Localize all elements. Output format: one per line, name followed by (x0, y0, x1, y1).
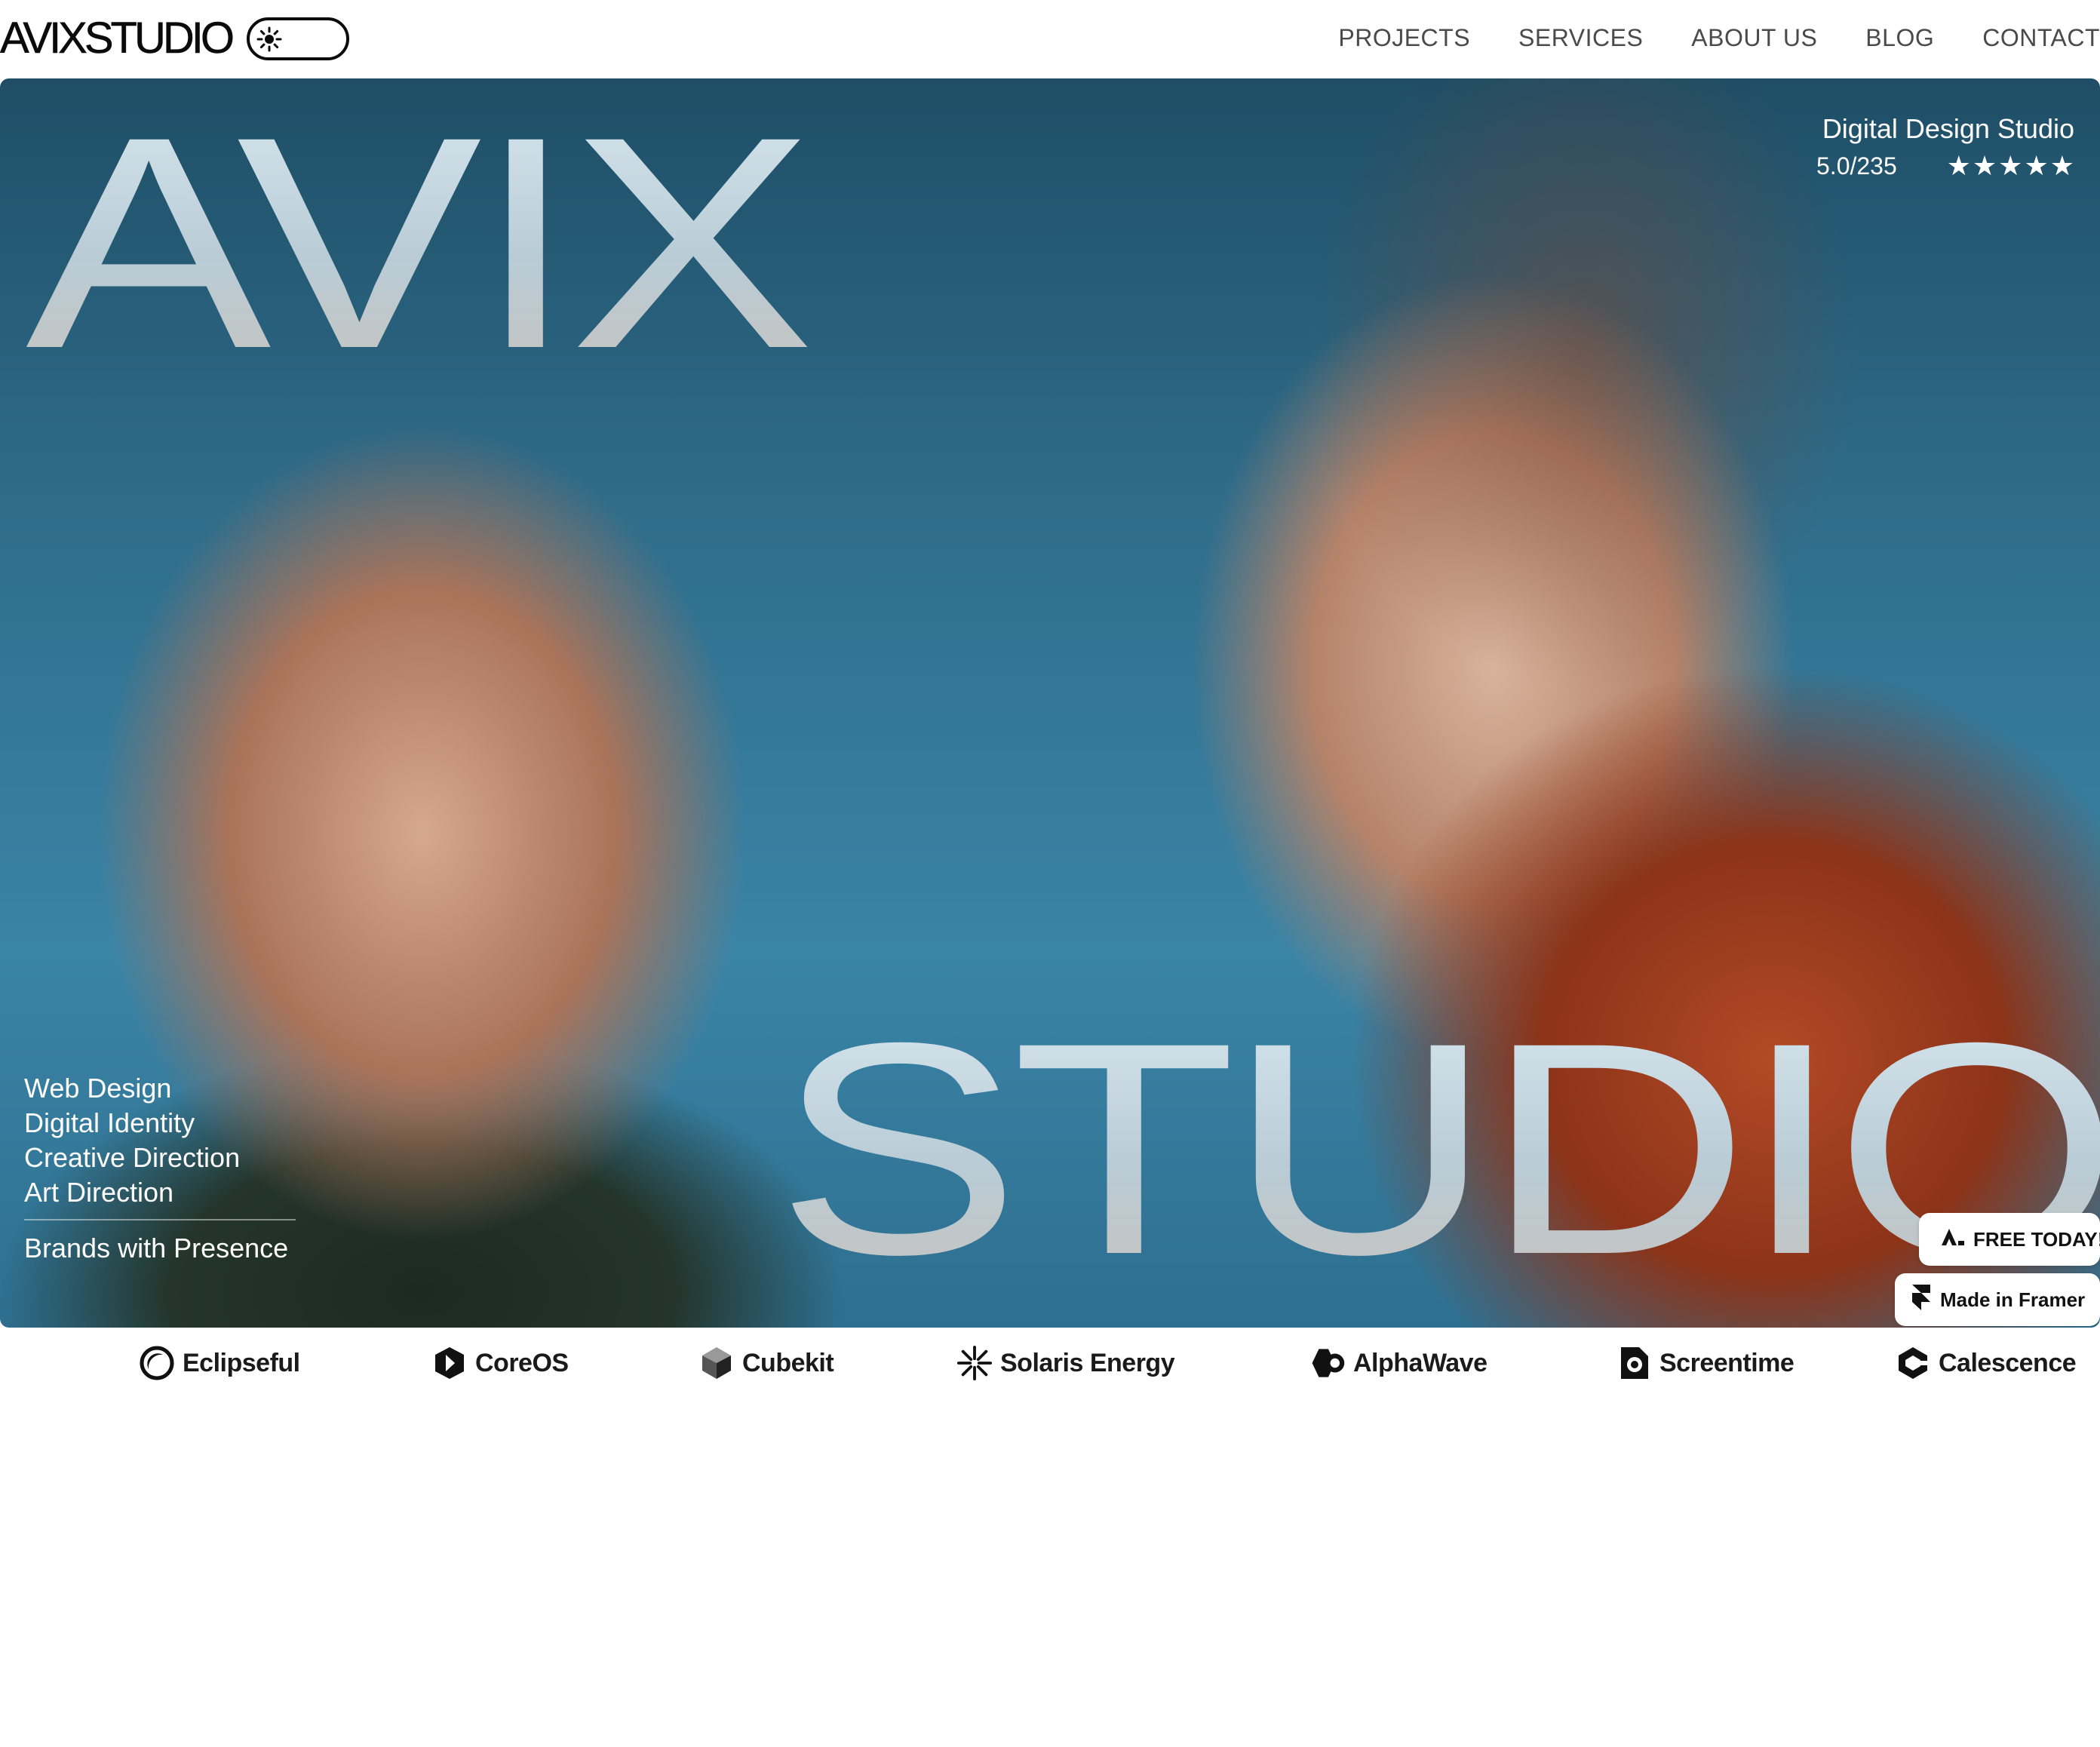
nav-contact[interactable]: CONTACT (1982, 21, 2100, 54)
site-logo[interactable]: AVIXSTUDIO (0, 14, 235, 63)
brand-logo: CoreOS (431, 1343, 569, 1383)
service-item: Art Direction (24, 1177, 174, 1208)
brand-logo: AlphaWave (1309, 1343, 1488, 1383)
brand-logo: Screentime (1616, 1343, 1795, 1383)
hexagon-icon (431, 1345, 468, 1381)
service-item: Creative Direction (24, 1142, 241, 1173)
cube-icon (698, 1345, 735, 1381)
nav-services[interactable]: SERVICES (1518, 21, 1643, 54)
star-icon: ★ (2024, 150, 2049, 181)
service-item: Web Design (24, 1073, 172, 1104)
service-item: Digital Identity (24, 1107, 195, 1138)
hero-title-bottom: STUDIO (775, 998, 2100, 1300)
theme-toggle[interactable] (247, 17, 349, 60)
alphawave-icon (1309, 1345, 1346, 1381)
sunburst-icon (956, 1345, 993, 1381)
client-logo-strip: e Eclipseful CoreOS Cubekit (0, 1328, 2100, 1395)
main-nav: PROJECTS SERVICES ABOUT US BLOG CONTACT (1338, 21, 2100, 54)
brand-logo: Eclipseful (139, 1343, 300, 1383)
calescence-icon (1895, 1345, 1931, 1381)
free-today-label: FREE TODAY! (1973, 1227, 2100, 1251)
avix-mark-icon (1940, 1227, 1966, 1252)
made-in-framer-label: Made in Framer (1940, 1288, 2086, 1311)
rating-stars: ★ ★ ★ ★ ★ (1947, 152, 2074, 180)
nav-projects[interactable]: PROJECTS (1338, 21, 1470, 54)
studio-tagline: Digital Design Studio (1822, 113, 2074, 144)
studio-rating: Digital Design Studio 5.0/235 ★ ★ ★ ★ ★ (1816, 112, 2074, 181)
screentime-icon (1616, 1345, 1652, 1381)
made-in-framer-badge[interactable]: Made in Framer (1895, 1273, 2100, 1326)
star-icon: ★ (1946, 150, 1971, 181)
top-navigation: AVIXSTUDIO PROJECTS SERVICES ABOUT US BL… (0, 0, 2100, 78)
brand-logo: Cubekit (698, 1343, 834, 1383)
eclipse-icon (139, 1345, 175, 1381)
nav-about-us[interactable]: ABOUT US (1691, 21, 1817, 54)
free-today-badge[interactable]: FREE TODAY! (1919, 1213, 2100, 1266)
star-icon: ★ (2049, 150, 2074, 181)
sun-icon (250, 20, 288, 57)
brand-logo: Calescence (1895, 1343, 2077, 1383)
brand-logo: Solaris Energy (956, 1343, 1175, 1383)
framer-icon (1910, 1284, 1933, 1316)
hero-title-top: AVIX (26, 78, 815, 411)
hero-section: AVIX STUDIO Digital Design Studio 5.0/23… (0, 78, 2100, 1328)
services-divider (24, 1219, 296, 1220)
brand-statement: Brands with Presence (24, 1233, 289, 1263)
star-icon: ★ (1998, 150, 2023, 181)
nav-blog[interactable]: BLOG (1865, 21, 1934, 54)
services-list: Web Design Digital Identity Creative Dir… (24, 1071, 296, 1266)
rating-score: 5.0/235 (1816, 152, 1897, 180)
star-icon: ★ (1972, 150, 1997, 181)
